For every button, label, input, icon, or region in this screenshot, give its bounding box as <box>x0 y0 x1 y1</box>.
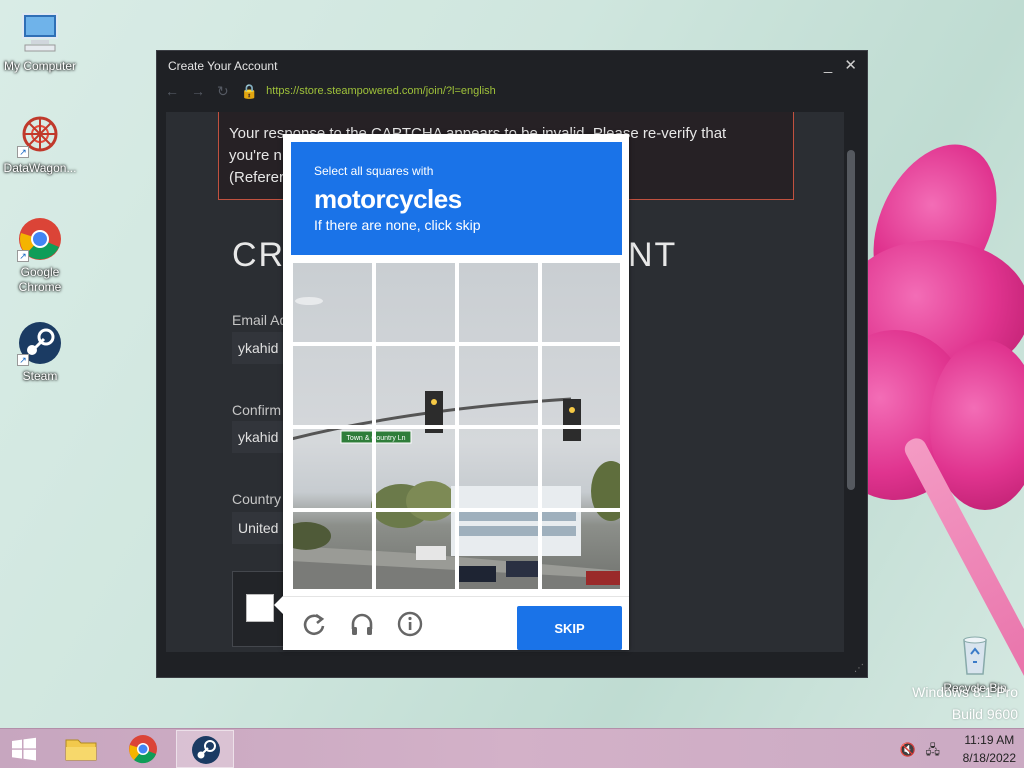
close-icon[interactable]: ✕ <box>844 57 857 74</box>
desktop-icon-datawagon[interactable]: ↗ DataWagon... <box>0 112 80 176</box>
page-heading-tail: NT <box>628 236 678 274</box>
desktop-icon-label: DataWagon... <box>3 161 77 175</box>
challenge-tile[interactable] <box>540 344 622 427</box>
os-watermark: Windows 8.1 Pro Build 9600 <box>912 684 1018 722</box>
challenge-hint: If there are none, click skip <box>314 217 481 233</box>
challenge-tile[interactable] <box>540 510 622 591</box>
volume-muted-icon[interactable]: 🔇 <box>900 742 916 757</box>
recaptcha-footer: SKIP <box>283 596 629 650</box>
challenge-tile[interactable] <box>540 427 622 510</box>
watermark-build: Build 9600 <box>951 706 1018 722</box>
clock[interactable]: 11:19 AM 8/18/2022 <box>963 733 1016 766</box>
audio-challenge-icon[interactable] <box>349 611 375 637</box>
computer-icon <box>17 10 63 56</box>
clock-date: 8/18/2022 <box>962 751 1016 765</box>
challenge-tile[interactable] <box>457 344 540 427</box>
challenge-image-grid: Town & Country Ln <box>291 261 622 591</box>
scrollbar[interactable] <box>847 112 861 652</box>
chrome-icon: ↗ <box>17 216 63 262</box>
reload-challenge-icon[interactable] <box>301 611 327 637</box>
taskbar: 🔇 🖧 11:19 AM 8/18/2022 <box>0 728 1024 768</box>
reload-icon[interactable]: ↻ <box>217 83 229 100</box>
windows-logo-icon <box>12 737 36 761</box>
minimize-icon[interactable]: _ <box>824 57 832 74</box>
skip-button[interactable]: SKIP <box>517 606 622 650</box>
recaptcha-pointer <box>274 596 283 614</box>
folder-icon <box>65 739 97 761</box>
recaptcha-challenge: Select all squares with motorcycles If t… <box>274 134 629 650</box>
start-button[interactable] <box>0 729 48 768</box>
desktop-icon-label: Google Chrome <box>18 265 62 294</box>
system-tray: 🔇 🖧 <box>900 741 940 763</box>
challenge-tile[interactable] <box>374 510 457 591</box>
forward-arrow-icon[interactable]: → <box>191 83 205 99</box>
resize-grip-icon[interactable]: ⋰ <box>854 663 864 674</box>
challenge-tile[interactable] <box>291 427 374 510</box>
datawagon-icon: ↗ <box>17 112 63 158</box>
clock-time: 11:19 AM <box>964 733 1015 747</box>
challenge-tile[interactable] <box>291 510 374 591</box>
steam-icon <box>192 736 220 764</box>
chrome-icon <box>129 735 157 764</box>
browser-navbar: ← → ↻ 🔒 https://store.steampowered.com/j… <box>157 79 867 103</box>
desktop-icon-label: My Computer <box>3 59 77 73</box>
watermark-edition: Windows 8.1 Pro <box>912 684 1018 700</box>
challenge-instruction: Select all squares with <box>314 164 434 178</box>
steam-icon: ↗ <box>17 320 63 366</box>
taskbar-file-explorer[interactable] <box>52 730 110 768</box>
scrollbar-thumb[interactable] <box>847 150 855 490</box>
window-controls: _ ✕ <box>816 56 857 74</box>
info-icon[interactable] <box>397 611 423 637</box>
challenge-tile[interactable] <box>291 261 374 344</box>
address-url[interactable]: https://store.steampowered.com/join/?l=e… <box>266 85 496 97</box>
recaptcha-checkbox[interactable] <box>246 594 274 622</box>
recaptcha-header: Select all squares with motorcycles If t… <box>291 142 622 255</box>
challenge-tile[interactable] <box>540 261 622 344</box>
email-label: Email Ad <box>232 312 288 328</box>
challenge-target: motorcycles <box>314 184 462 214</box>
challenge-tile[interactable] <box>374 344 457 427</box>
desktop-icon-label: Steam <box>22 369 58 383</box>
back-arrow-icon[interactable]: ← <box>165 83 179 99</box>
country-label: Country <box>232 491 282 507</box>
window-title: Create Your Account <box>168 59 278 73</box>
challenge-tile[interactable] <box>374 427 457 510</box>
challenge-tile[interactable] <box>457 510 540 591</box>
recycle-bin-icon <box>952 632 998 678</box>
desktop-icon-my-computer[interactable]: My Computer <box>0 10 80 74</box>
window-titlebar[interactable]: Create Your Account _ ✕ <box>157 51 867 79</box>
confirm-email-label: Confirm <box>232 402 282 418</box>
challenge-tile[interactable] <box>457 261 540 344</box>
desktop-icon-chrome[interactable]: ↗ Google Chrome <box>0 216 80 295</box>
network-icon[interactable]: 🖧 <box>926 742 941 757</box>
challenge-tile[interactable] <box>374 261 457 344</box>
desktop-icon-steam[interactable]: ↗ Steam <box>0 320 80 384</box>
lock-icon: 🔒 <box>240 82 259 99</box>
challenge-tile[interactable] <box>291 344 374 427</box>
taskbar-steam[interactable] <box>176 730 234 768</box>
taskbar-chrome[interactable] <box>114 730 172 768</box>
challenge-tile[interactable] <box>457 427 540 510</box>
